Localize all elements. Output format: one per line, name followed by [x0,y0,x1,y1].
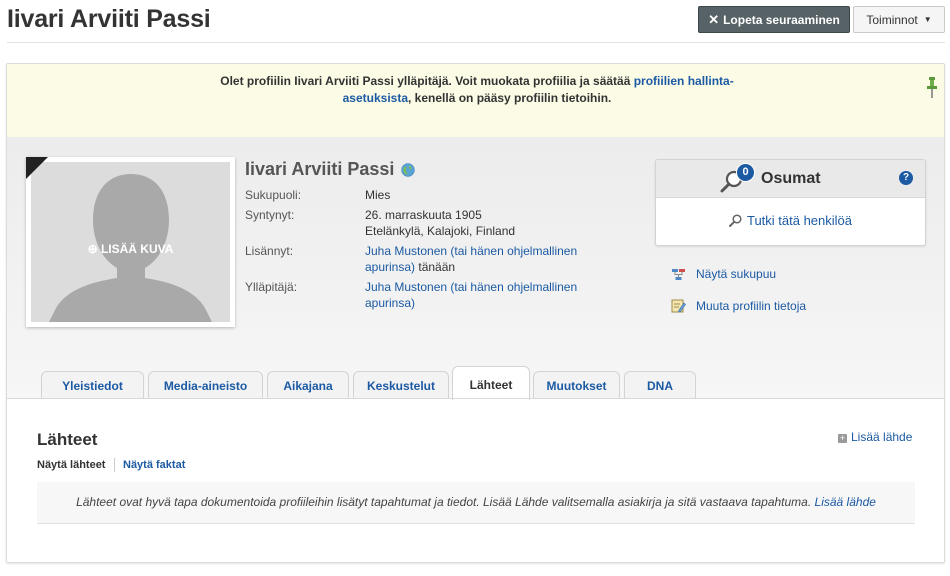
photo-placeholder: ⊕ LISÄÄ KUVA [31,162,230,322]
add-source-button[interactable]: + Lisää lähde [838,430,912,444]
profile-photo[interactable]: ⊕ LISÄÄ KUVA [26,157,235,327]
tab-overview[interactable]: Yleistiedot [41,371,144,399]
manager-value: Juha Mustonen (tai hänen ohjelmallinen a… [365,279,605,311]
manager-notice: Olet profiilin Iivari Arviiti Passi yllä… [7,64,944,138]
born-label: Syntynyt: [245,208,295,222]
unfollow-button[interactable]: ✕ Lopeta seuraaminen [698,6,850,33]
show-family-tree-link[interactable]: Näytä sukupuu [671,267,776,281]
born-date: 26. marraskuuta 1905 [365,208,482,222]
page-title: Iivari Arviiti Passi [7,5,211,33]
search-icon [728,214,742,227]
close-icon: ✕ [708,11,720,27]
matches-header[interactable]: 0 Osumat ? [656,160,925,198]
globe-icon [401,163,415,177]
plus-icon: + [838,433,847,443]
tab-changes[interactable]: Muutokset [533,371,620,399]
tab-dna[interactable]: DNA [624,371,696,399]
toggle-separator [114,458,115,472]
profile-header: ⊕ LISÄÄ KUVA Iivari Arviiti Passi Sukupu… [7,137,944,399]
add-source-link[interactable]: Lisää lähde [815,495,876,509]
profile-card: Olet profiilin Iivari Arviiti Passi yllä… [6,63,945,563]
added-label: Lisännyt: [245,244,294,258]
sources-empty-message: Lähteet ovat hyvä tapa dokumentoida prof… [37,482,915,524]
gender-label: Sukupuoli: [245,188,302,202]
research-person-link[interactable]: Tutki tätä henkilöä [656,213,925,228]
add-circle-icon: ⊕ [87,242,98,256]
pin-icon[interactable] [926,76,938,100]
add-photo-button[interactable]: ⊕ LISÄÄ KUVA [31,242,230,256]
born-place: Etelänkylä, Kalajoki, Finland [365,224,516,238]
profile-name: Iivari Arviiti Passi [245,159,395,179]
gender-value: Mies [365,188,391,202]
added-by-link[interactable]: Juha Mustonen (tai hänen ohjelmallinen a… [365,244,577,274]
edit-profile-link[interactable]: Muuta profiilin tietoja [671,298,806,313]
header-divider [7,42,945,43]
sources-heading: Lähteet [37,430,98,449]
actions-dropdown-button[interactable]: Toiminnot ▼ [853,6,945,33]
unfollow-label: Lopeta seuraaminen [723,12,840,27]
view-sources-toggle[interactable]: Näytä lähteet [37,459,105,471]
corner-ribbon [26,157,48,179]
born-value: 26. marraskuuta 1905 Etelänkylä, Kalajok… [365,207,605,239]
notice-text: Olet profiilin Iivari Arviiti Passi yllä… [220,74,734,105]
help-icon[interactable]: ? [899,171,913,185]
manager-label: Ylläpitäjä: [245,280,298,294]
added-when: tänään [415,260,456,274]
caret-down-icon: ▼ [923,15,932,24]
tab-timeline[interactable]: Aikajana [267,371,349,399]
edit-profile-icon [671,299,686,313]
family-tree-icon [672,269,685,280]
added-value: Juha Mustonen (tai hänen ohjelmallinen a… [365,243,605,275]
tab-discussions[interactable]: Keskustelut [353,371,449,399]
matches-title: Osumat [761,170,821,187]
actions-label: Toiminnot [866,12,918,27]
view-facts-toggle[interactable]: Näytä faktat [123,459,185,471]
tab-sources[interactable]: Lähteet [452,366,530,400]
manager-link[interactable]: Juha Mustonen (tai hänen ohjelmallinen a… [365,280,577,310]
tab-strip-border [7,398,944,399]
matches-count-badge: 0 [736,163,755,182]
matches-panel: 0 Osumat ? Tutki tätä henkilöä [655,159,926,246]
tab-media[interactable]: Media-aineisto [148,371,263,399]
